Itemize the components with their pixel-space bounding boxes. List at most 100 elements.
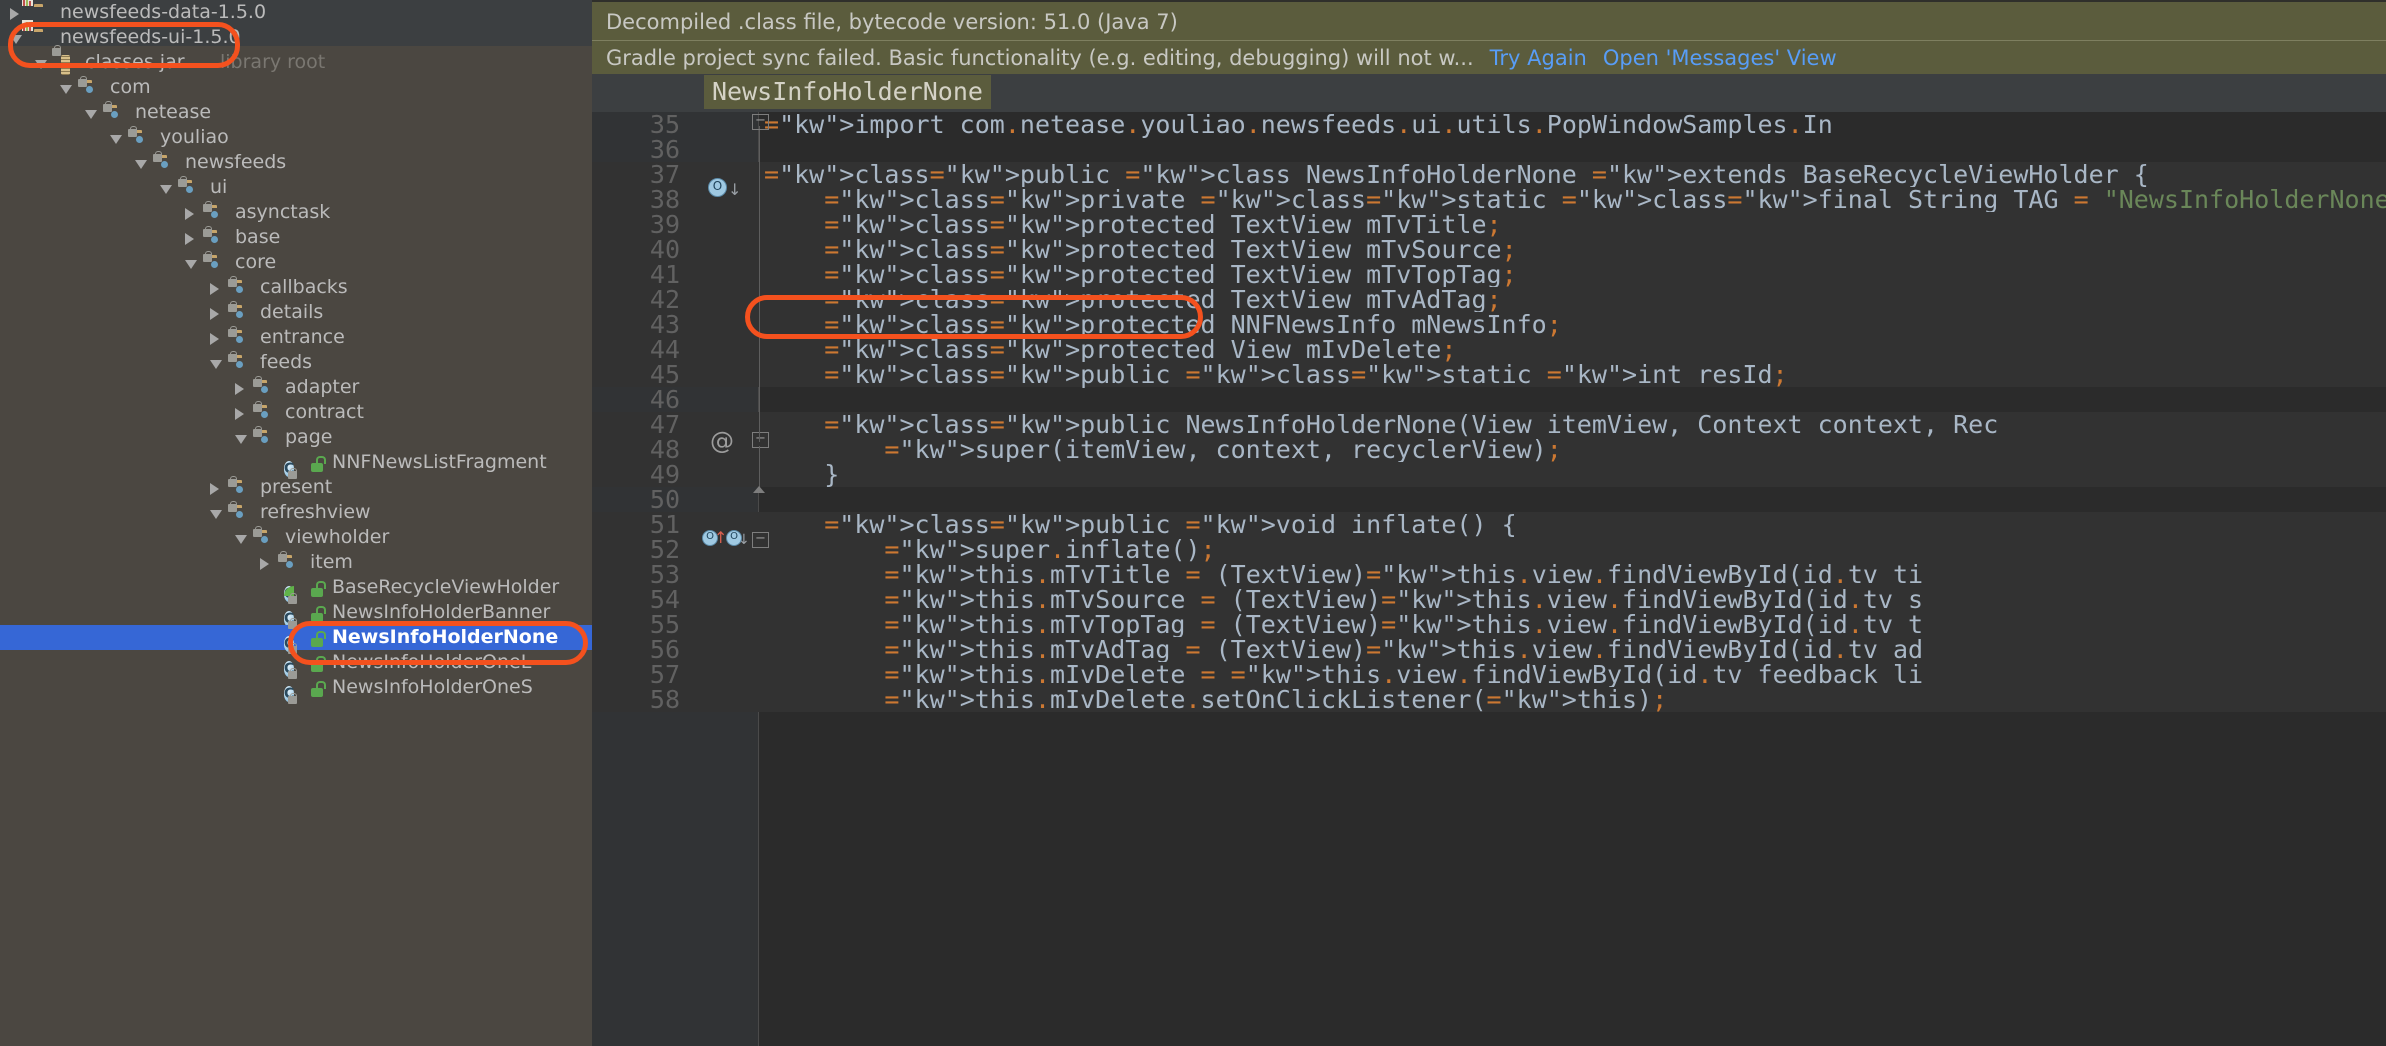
code-line-54[interactable]: 54 ="kw">this.mTvSource = (TextView)="kw… bbox=[592, 587, 2386, 612]
chevron-down-icon[interactable] bbox=[235, 535, 247, 544]
code-text[interactable]: ="kw">class="kw">public ="kw">void infla… bbox=[764, 512, 1516, 537]
code-text[interactable]: } bbox=[764, 462, 839, 487]
tree-row-entrance[interactable]: entrance bbox=[0, 325, 592, 350]
code-line-46[interactable]: 46 bbox=[592, 387, 2386, 412]
chevron-down-icon[interactable] bbox=[210, 360, 222, 369]
code-text[interactable]: ="kw">class="kw">public ="kw">class="kw"… bbox=[764, 362, 1787, 387]
tree-row-callbacks[interactable]: callbacks bbox=[0, 275, 592, 300]
code-line-58[interactable]: 58 ="kw">this.mIvDelete.setOnClickListen… bbox=[592, 687, 2386, 712]
code-line-45[interactable]: 45 ="kw">class="kw">public ="kw">class="… bbox=[592, 362, 2386, 387]
tree-row-viewholder[interactable]: viewholder bbox=[0, 525, 592, 550]
code-text[interactable]: ="kw">import com.netease.youliao.newsfee… bbox=[764, 112, 1833, 137]
open-messages-view-link[interactable]: Open 'Messages' View bbox=[1603, 46, 1837, 70]
code-line-36[interactable]: 36 bbox=[592, 137, 2386, 162]
tree-row-classes-jar[interactable]: classes.jar library root bbox=[0, 45, 592, 75]
chevron-right-icon[interactable] bbox=[185, 208, 194, 220]
tree-row-item[interactable]: item bbox=[0, 550, 592, 575]
tree-row-core[interactable]: core bbox=[0, 250, 592, 275]
code-text[interactable]: ="kw">super(itemView, context, recyclerV… bbox=[764, 437, 1561, 462]
tree-row-nnfnewslistfragment[interactable]: C NNFNewsListFragment bbox=[0, 450, 592, 479]
code-text[interactable]: ="kw">class="kw">protected NNFNewsInfo m… bbox=[764, 312, 1562, 337]
tree-row-ui[interactable]: ui bbox=[0, 175, 592, 200]
tree-row-newsfeeds-ui-1-5-0[interactable]: newsfeeds-ui-1.5.0 bbox=[0, 20, 592, 50]
chevron-right-icon[interactable] bbox=[10, 8, 19, 20]
chevron-right-icon[interactable] bbox=[260, 558, 269, 570]
code-text[interactable]: ="kw">this.mTvAdTag = (TextView)="kw">th… bbox=[764, 637, 1923, 662]
tree-row-youliao[interactable]: youliao bbox=[0, 125, 592, 150]
tree-row-newsfeeds-data-1-5-0[interactable]: newsfeeds-data-1.5.0 bbox=[0, 0, 592, 25]
chevron-down-icon[interactable] bbox=[185, 260, 197, 269]
tree-row-base[interactable]: base bbox=[0, 225, 592, 250]
tree-row-adapter[interactable]: adapter bbox=[0, 375, 592, 400]
code-line-44[interactable]: 44 ="kw">class="kw">protected View mIvDe… bbox=[592, 337, 2386, 362]
code-line-55[interactable]: 55 ="kw">this.mTvTopTag = (TextView)="kw… bbox=[592, 612, 2386, 637]
chevron-right-icon[interactable] bbox=[235, 408, 244, 420]
code-line-48[interactable]: 48 ="kw">super(itemView, context, recycl… bbox=[592, 437, 2386, 462]
tree-row-refreshview[interactable]: refreshview bbox=[0, 500, 592, 525]
editor-panel: Decompiled .class file, bytecode version… bbox=[592, 0, 2386, 1046]
code-text[interactable]: ="kw">class="kw">public ="kw">class News… bbox=[764, 162, 2149, 187]
code-line-37[interactable]: 37 ="kw">class="kw">public ="kw">class Ne… bbox=[592, 162, 2386, 187]
code-text[interactable]: ="kw">class="kw">protected TextView mTvT… bbox=[764, 212, 1501, 237]
code-line-47[interactable]: 47 ="kw">class="kw">public NewsInfoHolde… bbox=[592, 412, 2386, 437]
breadcrumb-class-name[interactable]: NewsInfoHolderNone bbox=[704, 75, 991, 109]
code-text[interactable]: ="kw">this.mTvTitle = (TextView)="kw">th… bbox=[764, 562, 1923, 587]
code-line-40[interactable]: 40 ="kw">class="kw">protected TextView m… bbox=[592, 237, 2386, 262]
chevron-down-icon[interactable] bbox=[210, 510, 222, 519]
chevron-down-icon[interactable] bbox=[35, 60, 47, 69]
code-line-43[interactable]: 43 ="kw">class="kw">protected NNFNewsInf… bbox=[592, 312, 2386, 337]
chevron-right-icon[interactable] bbox=[210, 308, 219, 320]
code-editor[interactable]: 35 ="kw">import com.netease.youliao.newsf… bbox=[592, 112, 2386, 1046]
code-text[interactable]: ="kw">this.mTvTopTag = (TextView)="kw">t… bbox=[764, 612, 1923, 637]
implementation-marker-icon[interactable]: O bbox=[708, 178, 727, 197]
chevron-down-icon[interactable] bbox=[160, 185, 172, 194]
code-line-39[interactable]: 39 ="kw">class="kw">protected TextView m… bbox=[592, 212, 2386, 237]
chevron-down-icon[interactable] bbox=[10, 35, 22, 44]
fold-collapse-icon-47[interactable]: − bbox=[752, 432, 769, 448]
fold-collapse-icon-35[interactable]: − bbox=[752, 114, 769, 130]
chevron-right-icon[interactable] bbox=[210, 483, 219, 495]
code-line-42[interactable]: 42 ="kw">class="kw">protected TextView m… bbox=[592, 287, 2386, 312]
code-line-38[interactable]: 38 ="kw">class="kw">private ="kw">class=… bbox=[592, 187, 2386, 212]
code-line-57[interactable]: 57 ="kw">this.mIvDelete = ="kw">this.vie… bbox=[592, 662, 2386, 687]
code-text[interactable]: ="kw">super.inflate(); bbox=[764, 537, 1215, 562]
chevron-right-icon[interactable] bbox=[210, 333, 219, 345]
try-again-link[interactable]: Try Again bbox=[1490, 46, 1587, 70]
code-text[interactable]: ="kw">class="kw">public NewsInfoHolderNo… bbox=[764, 412, 1998, 437]
code-line-41[interactable]: 41 ="kw">class="kw">protected TextView m… bbox=[592, 262, 2386, 287]
chevron-right-icon[interactable] bbox=[235, 383, 244, 395]
code-text[interactable]: ="kw">class="kw">protected TextView mTvA… bbox=[764, 287, 1501, 312]
code-text[interactable]: ="kw">class="kw">protected TextView mTvS… bbox=[764, 237, 1516, 262]
code-text[interactable]: ="kw">this.mTvSource = (TextView)="kw">t… bbox=[764, 587, 1923, 612]
tree-row-com[interactable]: com bbox=[0, 75, 592, 100]
code-line-51[interactable]: 51 ="kw">class="kw">public ="kw">void in… bbox=[592, 512, 2386, 537]
code-line-52[interactable]: 52 ="kw">super.inflate(); bbox=[592, 537, 2386, 562]
code-line-53[interactable]: 53 ="kw">this.mTvTitle = (TextView)="kw"… bbox=[592, 562, 2386, 587]
code-text[interactable]: ="kw">class="kw">protected View mIvDelet… bbox=[764, 337, 1456, 362]
code-text[interactable]: ="kw">class="kw">private ="kw">class="kw… bbox=[764, 187, 2386, 212]
project-tree-panel[interactable]: newsfeeds-data-1.5.0 newsfeeds-ui-1.5.0 cl… bbox=[0, 0, 592, 1046]
chevron-right-icon[interactable] bbox=[210, 283, 219, 295]
tree-row-netease[interactable]: netease bbox=[0, 100, 592, 125]
chevron-down-icon[interactable] bbox=[135, 160, 147, 169]
tree-row-asynctask[interactable]: asynctask bbox=[0, 200, 592, 225]
tree-row-contract[interactable]: contract bbox=[0, 400, 592, 425]
code-text[interactable]: ="kw">this.mIvDelete.setOnClickListener(… bbox=[764, 687, 1667, 712]
chevron-right-icon[interactable] bbox=[185, 233, 194, 245]
tree-row-details[interactable]: details bbox=[0, 300, 592, 325]
fold-collapse-icon-51[interactable]: − bbox=[752, 532, 769, 548]
code-text[interactable]: ="kw">class="kw">protected TextView mTvT… bbox=[764, 262, 1516, 287]
tree-row-newsfeeds[interactable]: newsfeeds bbox=[0, 150, 592, 175]
chevron-down-icon[interactable] bbox=[235, 435, 247, 444]
tree-row-feeds[interactable]: feeds bbox=[0, 350, 592, 375]
code-text[interactable]: ="kw">this.mIvDelete = ="kw">this.view.f… bbox=[764, 662, 1923, 687]
code-line-50[interactable]: 50 bbox=[592, 487, 2386, 512]
chevron-down-icon[interactable] bbox=[85, 110, 97, 119]
code-line-35[interactable]: 35 ="kw">import com.netease.youliao.newsf… bbox=[592, 112, 2386, 137]
code-line-56[interactable]: 56 ="kw">this.mTvAdTag = (TextView)="kw"… bbox=[592, 637, 2386, 662]
code-line-49[interactable]: 49 } bbox=[592, 462, 2386, 487]
tree-row-baserecycleviewholder[interactable]: C BaseRecycleViewHolder bbox=[0, 575, 592, 604]
tree-row-page[interactable]: page bbox=[0, 425, 592, 450]
chevron-down-icon[interactable] bbox=[110, 135, 122, 144]
chevron-down-icon[interactable] bbox=[60, 85, 72, 94]
